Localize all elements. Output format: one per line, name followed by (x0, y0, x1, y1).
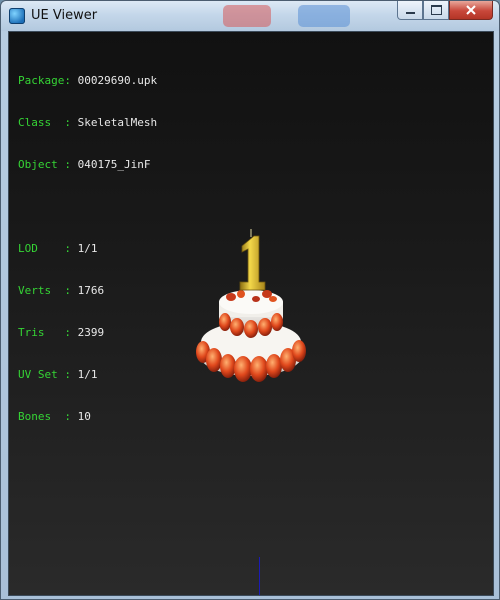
app-icon (9, 8, 25, 24)
maximize-icon (430, 5, 442, 15)
window-title: UE Viewer (31, 8, 98, 23)
minimize-icon (405, 12, 415, 14)
background-blur (223, 5, 271, 27)
maximize-button[interactable] (423, 1, 449, 20)
render-viewport[interactable]: Package: 00029690.upk Class : SkeletalMe… (8, 31, 494, 596)
background-blur (298, 5, 350, 27)
close-icon (466, 5, 476, 15)
minimize-button[interactable] (397, 1, 423, 20)
close-button[interactable] (449, 1, 493, 20)
cake-model[interactable] (9, 32, 493, 595)
axis-indicator (259, 557, 260, 595)
title-bar[interactable]: UE Viewer (1, 1, 499, 31)
candle-number-1 (239, 229, 266, 291)
caption-buttons (397, 1, 493, 21)
app-window: UE Viewer Package: 00029690.upk Class : … (0, 0, 500, 600)
